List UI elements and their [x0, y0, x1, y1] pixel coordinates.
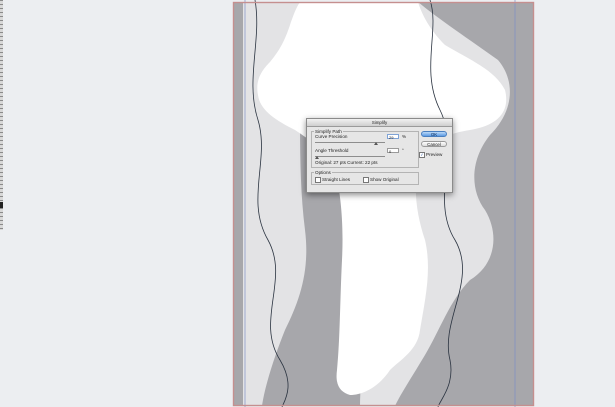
show-original-checkbox[interactable]: [363, 177, 369, 183]
angle-threshold-field[interactable]: 0: [387, 148, 399, 154]
curve-precision-field[interactable]: 29: [387, 134, 399, 140]
ok-button[interactable]: OK: [421, 131, 447, 137]
slider-thumb-icon[interactable]: [374, 142, 378, 145]
angle-threshold-slider[interactable]: [315, 156, 385, 157]
curve-precision-unit: %: [402, 134, 407, 139]
slider-thumb-icon[interactable]: [315, 156, 319, 159]
dialog-title: Simplify: [307, 119, 452, 127]
artboard[interactable]: [0, 0, 615, 407]
preview-label: Preview: [426, 152, 443, 157]
cancel-button[interactable]: Cancel: [421, 141, 447, 147]
angle-threshold-unit: °: [402, 148, 404, 153]
options-group-title: Options: [314, 170, 332, 175]
straight-lines-checkbox[interactable]: [315, 177, 321, 183]
simplify-dialog: Simplify Simplify Path Curve Precision 2…: [306, 118, 453, 193]
curve-precision-label: Curve Precision: [315, 134, 348, 139]
preview-checkbox[interactable]: ✓: [419, 152, 425, 158]
points-info: Original: 27 pts Current: 22 pts: [315, 160, 378, 165]
straight-lines-label: Straight Lines: [322, 177, 351, 182]
angle-threshold-label: Angle Threshold: [315, 148, 349, 153]
show-original-label: Show Original: [370, 177, 399, 182]
